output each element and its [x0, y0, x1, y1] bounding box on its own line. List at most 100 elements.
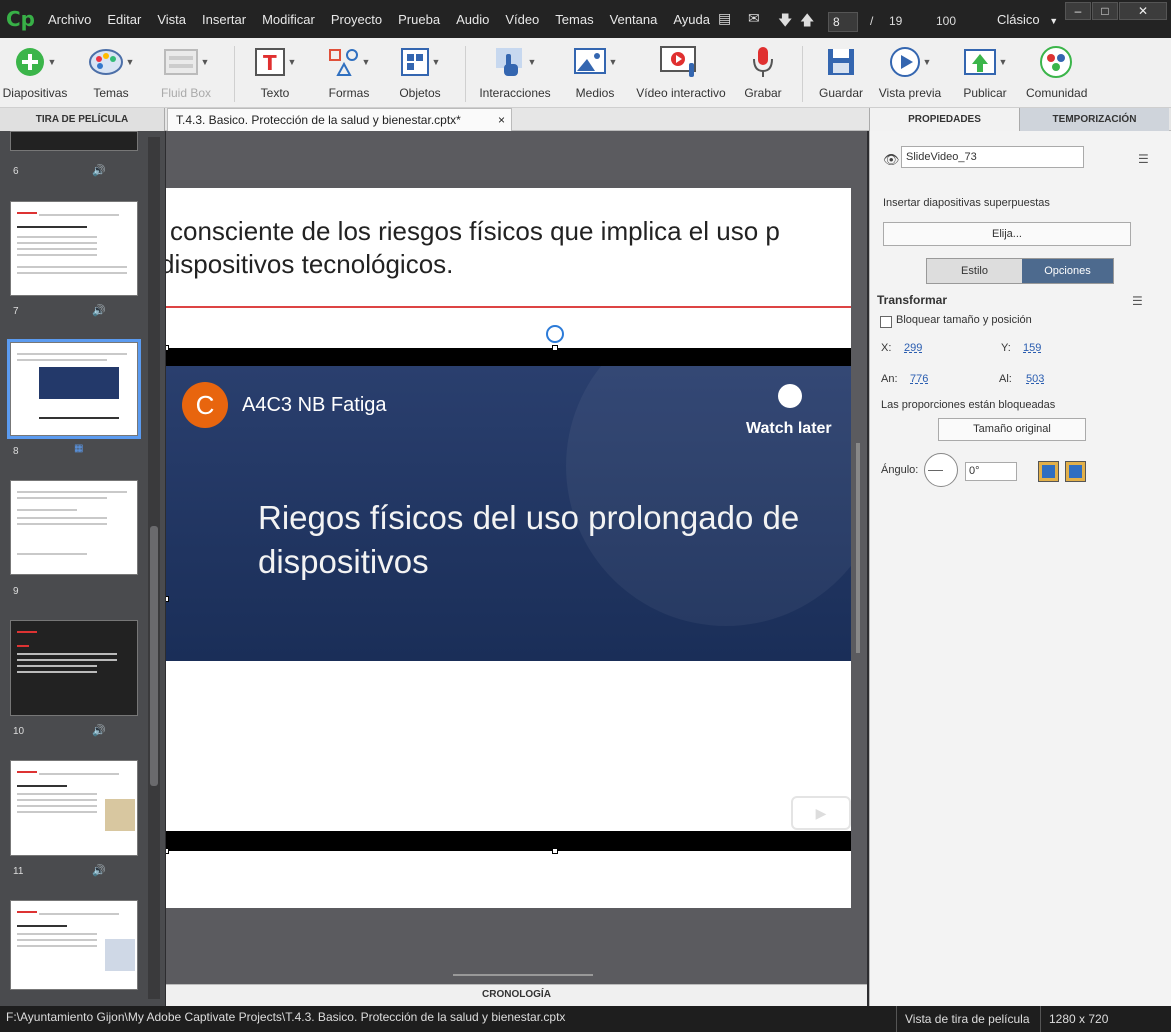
width-label: An: — [881, 373, 898, 385]
filmstrip-panel: 6 🔊 7 🔊 8 ▦ 9 10 🔊 11 🔊 — [0, 131, 165, 1006]
resize-handle[interactable] — [552, 848, 558, 854]
width-value[interactable]: 776 — [910, 373, 928, 385]
slide-number: 9 — [13, 586, 19, 597]
microphone-icon — [753, 47, 773, 77]
slide-thumbnail-7[interactable] — [10, 201, 138, 296]
panel-tab-strip: TIRA DE PELÍCULA T.4.3. Basico. Protecci… — [0, 108, 1171, 131]
tab-document[interactable]: T.4.3. Basico. Protección de la salud y … — [167, 108, 512, 131]
preview-button[interactable]: ▼ Vista previa — [876, 42, 944, 100]
tab-options[interactable]: Opciones — [1022, 259, 1113, 283]
menu-video[interactable]: Vídeo — [497, 12, 547, 27]
menu-editar[interactable]: Editar — [99, 12, 149, 27]
slide-thumbnail-12[interactable] — [10, 900, 138, 990]
play-icon — [889, 47, 920, 77]
angle-dial[interactable] — [924, 453, 958, 487]
chevron-down-icon: ▼ — [1049, 16, 1059, 26]
slide-thumbnail-6[interactable] — [10, 131, 138, 151]
interactions-button[interactable]: ▼ Interacciones — [478, 42, 552, 100]
height-value[interactable]: 503 — [1026, 373, 1044, 385]
tab-properties[interactable]: PROPIEDADES — [869, 108, 1019, 131]
record-button[interactable]: Grabar — [742, 42, 784, 100]
channel-avatar: C — [182, 382, 228, 428]
minimize-button[interactable]: – — [1065, 2, 1091, 20]
slide-thumbnail-11[interactable] — [10, 760, 138, 856]
slide-thumbnail-9[interactable] — [10, 480, 138, 575]
resize-handle[interactable] — [166, 596, 169, 602]
toolbar-separator — [234, 46, 235, 102]
media-button[interactable]: ▼ Medios — [570, 42, 620, 100]
maximize-button[interactable]: □ — [1092, 2, 1118, 20]
tab-style[interactable]: Estilo — [927, 259, 1022, 283]
x-value[interactable]: 299 — [904, 342, 922, 354]
project-resolution: 1280 x 720 — [1040, 1006, 1108, 1032]
close-icon[interactable]: × — [498, 109, 505, 131]
menu-icon[interactable]: ☰ — [1138, 152, 1149, 166]
text-icon: T — [254, 48, 285, 76]
resize-handle[interactable] — [166, 345, 169, 351]
arrow-down-icon[interactable]: 🡇 — [778, 10, 792, 34]
menu-archivo[interactable]: Archivo — [40, 12, 99, 27]
slide-thumbnail-10[interactable] — [10, 620, 138, 716]
mail-icon[interactable]: ✉ — [748, 10, 760, 27]
menu-proyecto[interactable]: Proyecto — [323, 12, 390, 27]
menu-prueba[interactable]: Prueba — [390, 12, 448, 27]
menu-icon[interactable]: ☰ — [1132, 294, 1143, 308]
angle-input[interactable]: 0° — [965, 462, 1017, 481]
interaction-icon: ▦ — [74, 443, 84, 454]
slide-video[interactable]: C A4C3 NB Fatiga Watch later Riegos físi… — [166, 348, 851, 851]
slide-number: 6 — [13, 166, 19, 177]
workspace-label: Clásico — [997, 12, 1040, 27]
publish-button[interactable]: ▼ Publicar — [960, 42, 1010, 100]
slides-button[interactable]: ▼ Diapositivas — [2, 42, 68, 100]
youtube-logo-icon: ▶ — [791, 796, 851, 830]
resize-handle[interactable] — [552, 345, 558, 351]
community-button[interactable]: Comunidad — [1026, 42, 1087, 100]
choose-button[interactable]: Elija... — [883, 222, 1131, 246]
interactive-video-label: Vídeo interactivo — [636, 86, 726, 100]
object-name-field[interactable]: SlideVideo_73 — [901, 146, 1084, 168]
comment-icon[interactable]: ▤ — [718, 10, 731, 27]
themes-button[interactable]: ▼ Temas — [84, 42, 138, 100]
slide-number: 7 — [13, 306, 19, 317]
fluid-box-label: Fluid Box — [160, 86, 212, 100]
zoom-level[interactable]: 100 — [936, 14, 956, 28]
menu-modificar[interactable]: Modificar — [254, 12, 323, 27]
arrow-up-icon[interactable]: 🡅 — [800, 10, 814, 34]
audio-icon: 🔊 — [92, 165, 106, 177]
slide-thumbnail-8[interactable] — [7, 339, 141, 439]
stage-scrollbar[interactable] — [856, 443, 860, 653]
current-slide-input[interactable]: 8 — [828, 12, 858, 32]
save-button[interactable]: Guardar — [818, 42, 864, 100]
menu-insertar[interactable]: Insertar — [194, 12, 254, 27]
rotate-handle-icon[interactable] — [546, 325, 564, 343]
fluid-box-button[interactable]: ▼ Fluid Box — [158, 42, 214, 100]
workspace-selector[interactable]: Clásico ▼ — [997, 12, 1058, 27]
menu-audio[interactable]: Audio — [448, 12, 497, 27]
eye-icon[interactable]: 👁 — [883, 152, 900, 168]
tab-timing[interactable]: TEMPORIZACIÓN — [1019, 108, 1169, 131]
y-value[interactable]: 159 — [1023, 342, 1041, 354]
menu-vista[interactable]: Vista — [149, 12, 194, 27]
text-button[interactable]: T ▼ Texto — [250, 42, 300, 100]
menu-ventana[interactable]: Ventana — [602, 12, 666, 27]
insert-overlay-label: Insertar diapositivas superpuestas — [883, 197, 1050, 209]
shapes-button[interactable]: ▼ Formas — [326, 42, 372, 100]
timeline-panel-tab[interactable]: CRONOLOGÍA — [166, 974, 867, 1006]
original-size-button[interactable]: Tamaño original — [938, 418, 1086, 441]
objects-label: Objetos — [399, 86, 441, 100]
menu-ayuda[interactable]: Ayuda — [665, 12, 718, 27]
rotate-right-icon[interactable] — [1065, 461, 1086, 482]
close-window-button[interactable]: ✕ — [1119, 2, 1167, 20]
rotate-left-icon[interactable] — [1038, 461, 1059, 482]
panel-resize-grip[interactable] — [453, 974, 593, 976]
interactive-video-button[interactable]: Vídeo interactivo — [634, 42, 728, 100]
tab-filmstrip[interactable]: TIRA DE PELÍCULA — [0, 108, 165, 131]
objects-button[interactable]: ▼ Objetos — [396, 42, 444, 100]
slide-number: 11 — [13, 866, 24, 877]
slide-number: 8 — [13, 446, 19, 457]
menu-temas[interactable]: Temas — [547, 12, 601, 27]
resize-handle[interactable] — [166, 848, 169, 854]
filmstrip-scrollbar-thumb[interactable] — [150, 526, 158, 786]
lock-size-checkbox[interactable] — [880, 316, 892, 328]
angle-needle — [928, 470, 943, 471]
